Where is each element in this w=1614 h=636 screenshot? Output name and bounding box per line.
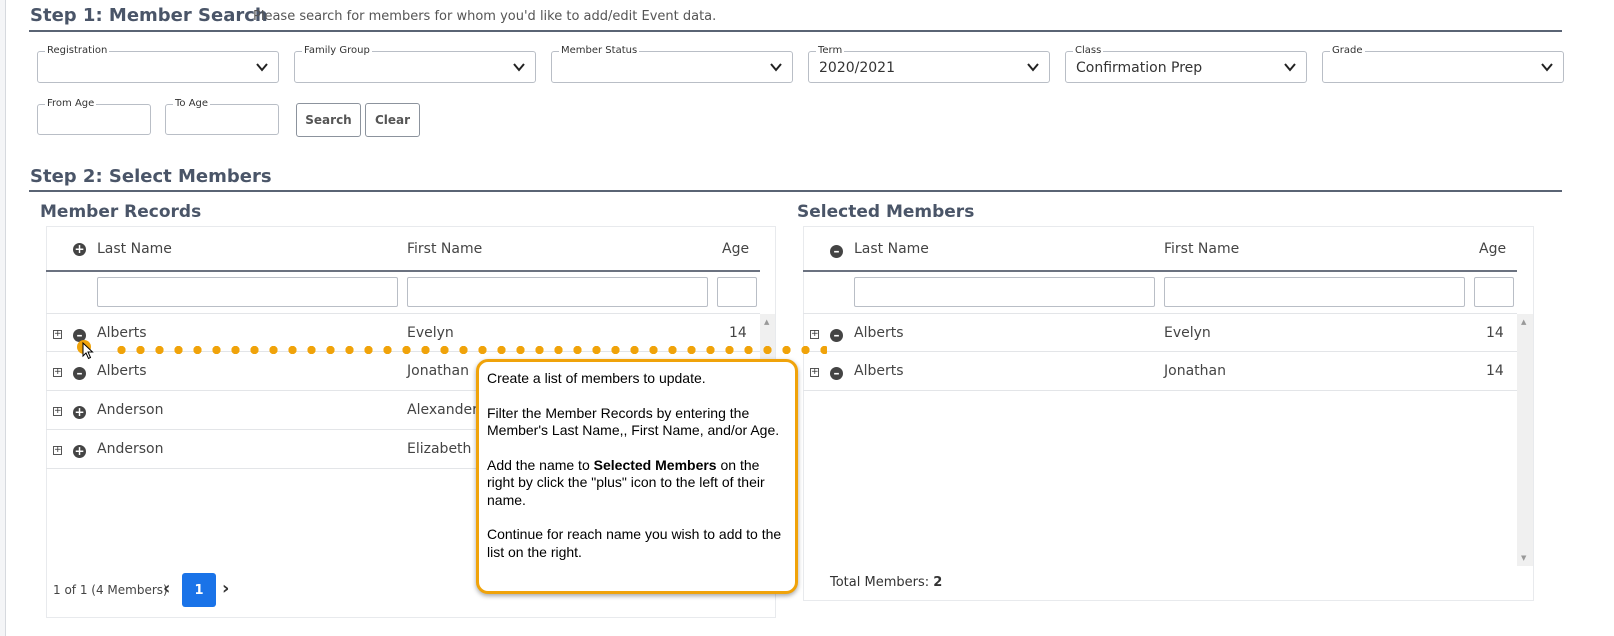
last-name-filter[interactable] [854,277,1155,307]
col-age[interactable]: Age [1479,241,1506,257]
left-edge [0,0,6,636]
header-divider [803,270,1517,272]
tooltip-callout: Create a list of members to update. Filt… [476,359,798,594]
expand-icon[interactable]: + [810,330,819,339]
step1-title: Step 1: Member Search [30,5,268,26]
member-status-select[interactable]: Member Status [551,44,793,83]
last-name-cell: Alberts [854,325,904,341]
col-last-name[interactable]: Last Name [854,241,929,257]
mouse-cursor-icon [82,342,94,360]
minus-icon[interactable]: – [830,367,843,380]
first-name-cell: Evelyn [1164,325,1211,341]
scroll-down-icon[interactable]: ▼ [1521,554,1526,562]
remove-all-icon[interactable]: – [830,245,843,258]
annotation-dotted-line [112,346,827,354]
next-page-icon[interactable]: › [222,578,229,599]
registration-select[interactable]: Registration [37,44,279,83]
first-name-cell: Alexander [407,402,478,418]
term-select[interactable]: Term 2020/2021 [808,44,1050,83]
expand-icon[interactable]: + [53,368,62,377]
page-1-button[interactable]: 1 [182,573,216,607]
minus-icon[interactable]: – [73,367,86,380]
class-label: Class [1073,44,1104,57]
registration-label: Registration [45,44,110,57]
callout-line-3: Add the name to Selected Members on the … [487,456,765,508]
col-first-name[interactable]: First Name [1164,241,1239,257]
chevron-down-icon [1284,63,1296,72]
plus-icon[interactable]: + [73,445,86,458]
col-first-name[interactable]: First Name [407,241,482,257]
selected-members-scrollbar[interactable]: ▲ ▼ [1517,314,1533,566]
age-cell: 14 [1486,325,1504,341]
grade-label: Grade [1330,44,1365,57]
to-age-input[interactable]: To Age [165,97,279,135]
first-name-cell: Evelyn [407,325,454,341]
expand-icon[interactable]: + [53,446,62,455]
chevron-down-icon [513,63,525,72]
family-group-label: Family Group [302,44,372,57]
last-name-cell: Alberts [97,363,147,379]
first-name-filter[interactable] [1164,277,1465,307]
chevron-down-icon [770,63,782,72]
pager-summary: 1 of 1 (4 Members) [53,583,168,597]
table-row[interactable]: + – Alberts Evelyn 14 [803,313,1517,352]
callout-line-1: Create a list of members to update. [487,370,706,386]
grade-select[interactable]: Grade [1322,44,1564,83]
age-cell: 14 [1486,363,1504,379]
age-filter[interactable] [1474,277,1514,307]
family-group-select[interactable]: Family Group [294,44,536,83]
first-name-cell: Elizabeth [407,441,472,457]
expand-icon[interactable]: + [810,368,819,377]
callout-line-2: Filter the Member Records by entering th… [487,404,780,439]
member-status-label: Member Status [559,44,640,57]
scroll-up-icon[interactable]: ▲ [1521,318,1526,326]
age-cell: 14 [729,325,747,341]
header-divider [46,270,760,272]
first-name-cell: Jonathan [407,363,469,379]
selected-members-title: Selected Members [797,202,975,222]
scroll-up-icon[interactable]: ▲ [764,318,769,326]
step1-subtitle: Please search for members for whom you'd… [253,9,717,24]
clear-button[interactable]: Clear [365,103,420,137]
class-select[interactable]: Class Confirmation Prep [1065,44,1307,83]
to-age-label: To Age [173,97,211,110]
last-name-cell: Anderson [97,441,164,457]
plus-icon[interactable]: + [73,406,86,419]
class-value: Confirmation Prep [1076,60,1203,76]
term-value: 2020/2021 [819,60,895,76]
chevron-down-icon [1027,63,1039,72]
add-all-icon[interactable]: + [73,243,86,256]
col-age[interactable]: Age [722,241,749,257]
total-members-label: Total Members: [830,575,930,590]
total-members-value: 2 [933,575,943,590]
last-name-cell: Alberts [854,363,904,379]
last-name-cell: Alberts [97,325,147,341]
expand-icon[interactable]: + [53,407,62,416]
minus-icon[interactable]: – [830,329,843,342]
col-last-name[interactable]: Last Name [97,241,172,257]
step2-divider [29,190,1562,192]
first-name-filter[interactable] [407,277,708,307]
from-age-input[interactable]: From Age [37,97,151,135]
total-members: Total Members: 2 [830,575,942,590]
last-name-filter[interactable] [97,277,398,307]
table-row[interactable]: + – Alberts Jonathan 14 [803,352,1517,391]
last-name-cell: Anderson [97,402,164,418]
step1-divider [29,30,1562,32]
age-filter[interactable] [717,277,757,307]
search-button[interactable]: Search [296,103,361,137]
prev-page-icon[interactable]: ‹ [163,578,170,599]
chevron-down-icon [256,63,268,72]
first-name-cell: Jonathan [1164,363,1226,379]
callout-line-4: Continue for reach name you wish to add … [487,526,782,560]
expand-icon[interactable]: + [53,330,62,339]
term-label: Term [816,44,845,57]
from-age-label: From Age [45,97,97,110]
member-records-title: Member Records [40,202,202,222]
step2-title: Step 2: Select Members [30,166,272,187]
chevron-down-icon [1541,63,1553,72]
